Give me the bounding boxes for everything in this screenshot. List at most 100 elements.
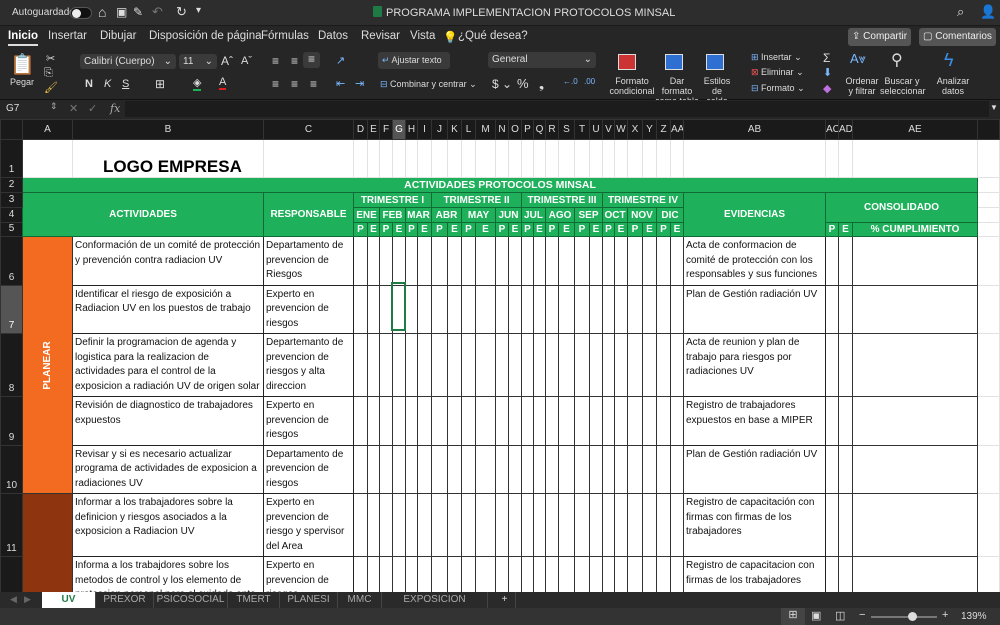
- schedule-cell[interactable]: [533, 493, 546, 557]
- schedule-cell[interactable]: [521, 444, 534, 494]
- schedule-cell[interactable]: [461, 396, 476, 446]
- row-header[interactable]: 2: [0, 177, 23, 193]
- autosave-toggle[interactable]: [70, 7, 92, 19]
- evidence-cell[interactable]: Plan de Gestión radiación UV: [683, 284, 826, 334]
- schedule-cell[interactable]: [475, 284, 496, 334]
- column-header[interactable]: D: [353, 119, 368, 140]
- schedule-cell[interactable]: [353, 333, 368, 397]
- cell[interactable]: [977, 192, 1000, 208]
- evidence-cell[interactable]: Registro de capacitacion con firmas de l…: [683, 556, 826, 592]
- save-icon[interactable]: ▣: [116, 5, 127, 19]
- schedule-cell[interactable]: [602, 396, 615, 446]
- schedule-cell[interactable]: [627, 284, 643, 334]
- cell[interactable]: [353, 139, 368, 178]
- row-header[interactable]: 10: [0, 444, 23, 494]
- cell[interactable]: [977, 396, 1000, 446]
- cell[interactable]: [977, 444, 1000, 494]
- schedule-cell[interactable]: [602, 493, 615, 557]
- cell[interactable]: [977, 177, 1000, 193]
- cell[interactable]: [431, 139, 448, 178]
- copy-icon[interactable]: ⎘: [44, 67, 53, 80]
- planned-header[interactable]: P: [545, 222, 559, 237]
- schedule-cell[interactable]: [508, 333, 522, 397]
- cell[interactable]: [574, 139, 590, 178]
- tab-disposicion[interactable]: Disposición de página: [149, 30, 262, 42]
- compliance-cell[interactable]: [852, 556, 978, 592]
- expand-formula-icon[interactable]: ▼: [990, 103, 998, 112]
- schedule-cell[interactable]: [405, 556, 418, 592]
- increase-indent-icon[interactable]: ⇥: [355, 77, 364, 90]
- align-middle-icon[interactable]: ≡: [291, 54, 298, 68]
- name-box-stepper-icon[interactable]: ⇕: [50, 101, 58, 112]
- activity-cell[interactable]: Identificar el riesgo de exposición a Ra…: [72, 284, 264, 334]
- function-icon[interactable]: fx: [110, 102, 120, 115]
- account-icon[interactable]: 👤: [980, 4, 996, 20]
- analyze-data-icon[interactable]: ϟ: [944, 50, 954, 71]
- sheet-tab[interactable]: TMERT: [228, 592, 280, 608]
- cell[interactable]: [642, 139, 657, 178]
- compliance-cell[interactable]: [852, 333, 978, 397]
- schedule-cell[interactable]: [614, 493, 628, 557]
- cell[interactable]: [977, 556, 1000, 592]
- activity-cell[interactable]: Revisar y si es necesario actualizar pro…: [72, 444, 264, 494]
- schedule-cell[interactable]: [392, 556, 406, 592]
- column-header[interactable]: F: [379, 119, 393, 140]
- schedule-cell[interactable]: [574, 556, 590, 592]
- sheet-tab[interactable]: PSICOSOCIAL: [154, 592, 228, 608]
- tab-datos[interactable]: Datos: [318, 30, 348, 42]
- sheet-tab[interactable]: MMC: [338, 592, 382, 608]
- schedule-cell[interactable]: [447, 236, 462, 286]
- quarter-header[interactable]: TRIMESTRE II: [431, 192, 522, 208]
- column-header[interactable]: AD: [838, 119, 853, 140]
- schedule-cell[interactable]: [495, 493, 509, 557]
- column-header[interactable]: Z: [656, 119, 671, 140]
- cell[interactable]: [614, 139, 628, 178]
- schedule-cell[interactable]: [614, 236, 628, 286]
- spreadsheet-grid[interactable]: ABCDEFGHIJKLMNOPQRSTUVWXYZAAABACADAE1LOG…: [0, 119, 1000, 592]
- cell[interactable]: [670, 139, 684, 178]
- schedule-cell[interactable]: [447, 333, 462, 397]
- schedule-cell[interactable]: [614, 284, 628, 334]
- schedule-cell[interactable]: [379, 333, 393, 397]
- schedule-cell[interactable]: [574, 493, 590, 557]
- cell[interactable]: [977, 207, 1000, 223]
- decrease-decimal-icon[interactable]: .00: [584, 77, 595, 86]
- column-header[interactable]: S: [558, 119, 575, 140]
- row-header[interactable]: 3: [0, 192, 23, 208]
- cell[interactable]: [263, 139, 354, 178]
- sheet-tab[interactable]: UV: [42, 592, 96, 608]
- banner-title[interactable]: ACTIVIDADES PROTOCOLOS MINSAL: [22, 177, 978, 193]
- schedule-cell[interactable]: [367, 396, 380, 446]
- cell[interactable]: [838, 139, 853, 178]
- schedule-cell[interactable]: [405, 284, 418, 334]
- tab-insertar[interactable]: Insertar: [48, 30, 87, 42]
- schedule-cell[interactable]: [367, 556, 380, 592]
- column-header[interactable]: B: [72, 119, 264, 140]
- schedule-cell[interactable]: [405, 396, 418, 446]
- column-header[interactable]: V: [602, 119, 615, 140]
- schedule-cell[interactable]: [508, 236, 522, 286]
- currency-icon[interactable]: $ ⌄: [492, 77, 512, 91]
- cell[interactable]: [417, 139, 432, 178]
- compliance-cell[interactable]: [852, 396, 978, 446]
- planned-header[interactable]: P: [431, 222, 448, 237]
- column-header[interactable]: A: [22, 119, 73, 140]
- align-top-icon[interactable]: ≡: [272, 54, 279, 68]
- quarter-header[interactable]: TRIMESTRE III: [521, 192, 603, 208]
- merge-center-button[interactable]: ⊟ Combinar y centrar ⌄: [380, 79, 477, 90]
- align-right-icon[interactable]: ≡: [310, 77, 317, 91]
- activities-header[interactable]: ACTIVIDADES: [22, 192, 264, 237]
- phase-block[interactable]: [22, 493, 73, 592]
- compliance-cell[interactable]: [852, 444, 978, 494]
- activity-cell[interactable]: Revisión de diagnostico de trabajadores …: [72, 396, 264, 446]
- italic-button[interactable]: K: [104, 78, 111, 90]
- schedule-cell[interactable]: [656, 236, 671, 286]
- cell-styles-icon[interactable]: [706, 54, 724, 70]
- schedule-cell[interactable]: [353, 493, 368, 557]
- planned-total-cell[interactable]: [825, 556, 839, 592]
- schedule-cell[interactable]: [558, 236, 575, 286]
- column-header[interactable]: K: [447, 119, 462, 140]
- sort-filter-button[interactable]: Ordenar y filtrar: [843, 76, 881, 96]
- schedule-cell[interactable]: [533, 284, 546, 334]
- analyze-data-button[interactable]: Analizar datos: [934, 76, 972, 96]
